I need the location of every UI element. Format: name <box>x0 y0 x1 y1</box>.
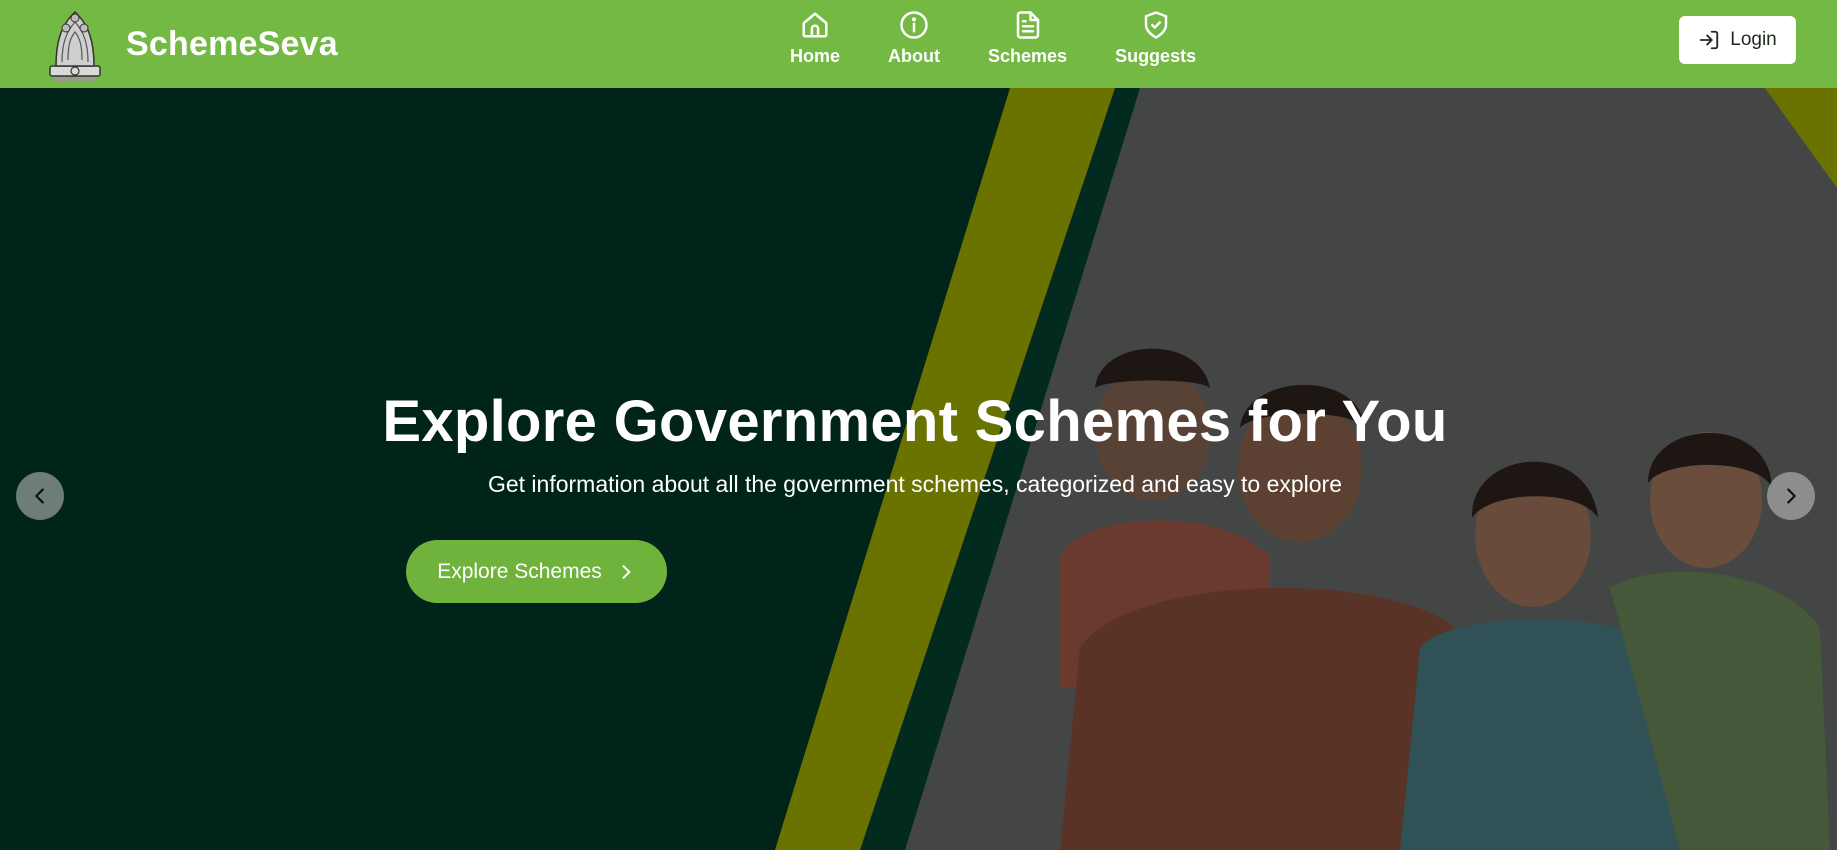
chevron-right-icon <box>622 564 631 579</box>
home-icon <box>802 12 828 38</box>
document-icon <box>1016 11 1039 39</box>
navbar: SchemeSeva Home About Schemes Suggests L… <box>0 0 1837 88</box>
national-emblem-icon <box>49 10 101 82</box>
chevron-right-icon <box>1787 488 1796 504</box>
login-icon <box>1700 30 1719 50</box>
hero-carousel: Explore Government Schemes for You Get i… <box>0 88 1837 850</box>
brand-name: SchemeSeva <box>126 24 338 63</box>
hero-content: Explore Government Schemes for You Get i… <box>0 88 1837 850</box>
nav-label-about: About <box>888 46 940 66</box>
brand[interactable]: SchemeSeva <box>46 0 338 88</box>
carousel-next-button[interactable] <box>1767 472 1815 520</box>
login-button[interactable]: Login <box>1679 16 1796 64</box>
nav-label-schemes: Schemes <box>988 46 1068 66</box>
info-icon <box>900 11 928 39</box>
hero-title: Explore Government Schemes for You <box>382 389 1448 454</box>
nav-item-suggests[interactable]: Suggests <box>1115 0 1196 88</box>
nav-label-home: Home <box>790 46 841 66</box>
nav-item-schemes[interactable]: Schemes <box>988 0 1067 88</box>
nav-label-suggests: Suggests <box>1115 46 1197 66</box>
chevron-left-icon <box>35 488 44 504</box>
explore-schemes-label: Explore Schemes <box>437 559 602 583</box>
nav-item-about[interactable]: About <box>888 0 940 88</box>
hero-subtitle: Get information about all the government… <box>487 471 1343 497</box>
login-label: Login <box>1730 29 1777 50</box>
main-nav: Home About Schemes Suggests <box>790 0 1244 88</box>
nav-item-home[interactable]: Home <box>790 0 840 88</box>
shield-check-icon <box>1144 11 1167 39</box>
explore-schemes-button[interactable]: Explore Schemes <box>406 540 667 603</box>
carousel-prev-button[interactable] <box>16 472 64 520</box>
